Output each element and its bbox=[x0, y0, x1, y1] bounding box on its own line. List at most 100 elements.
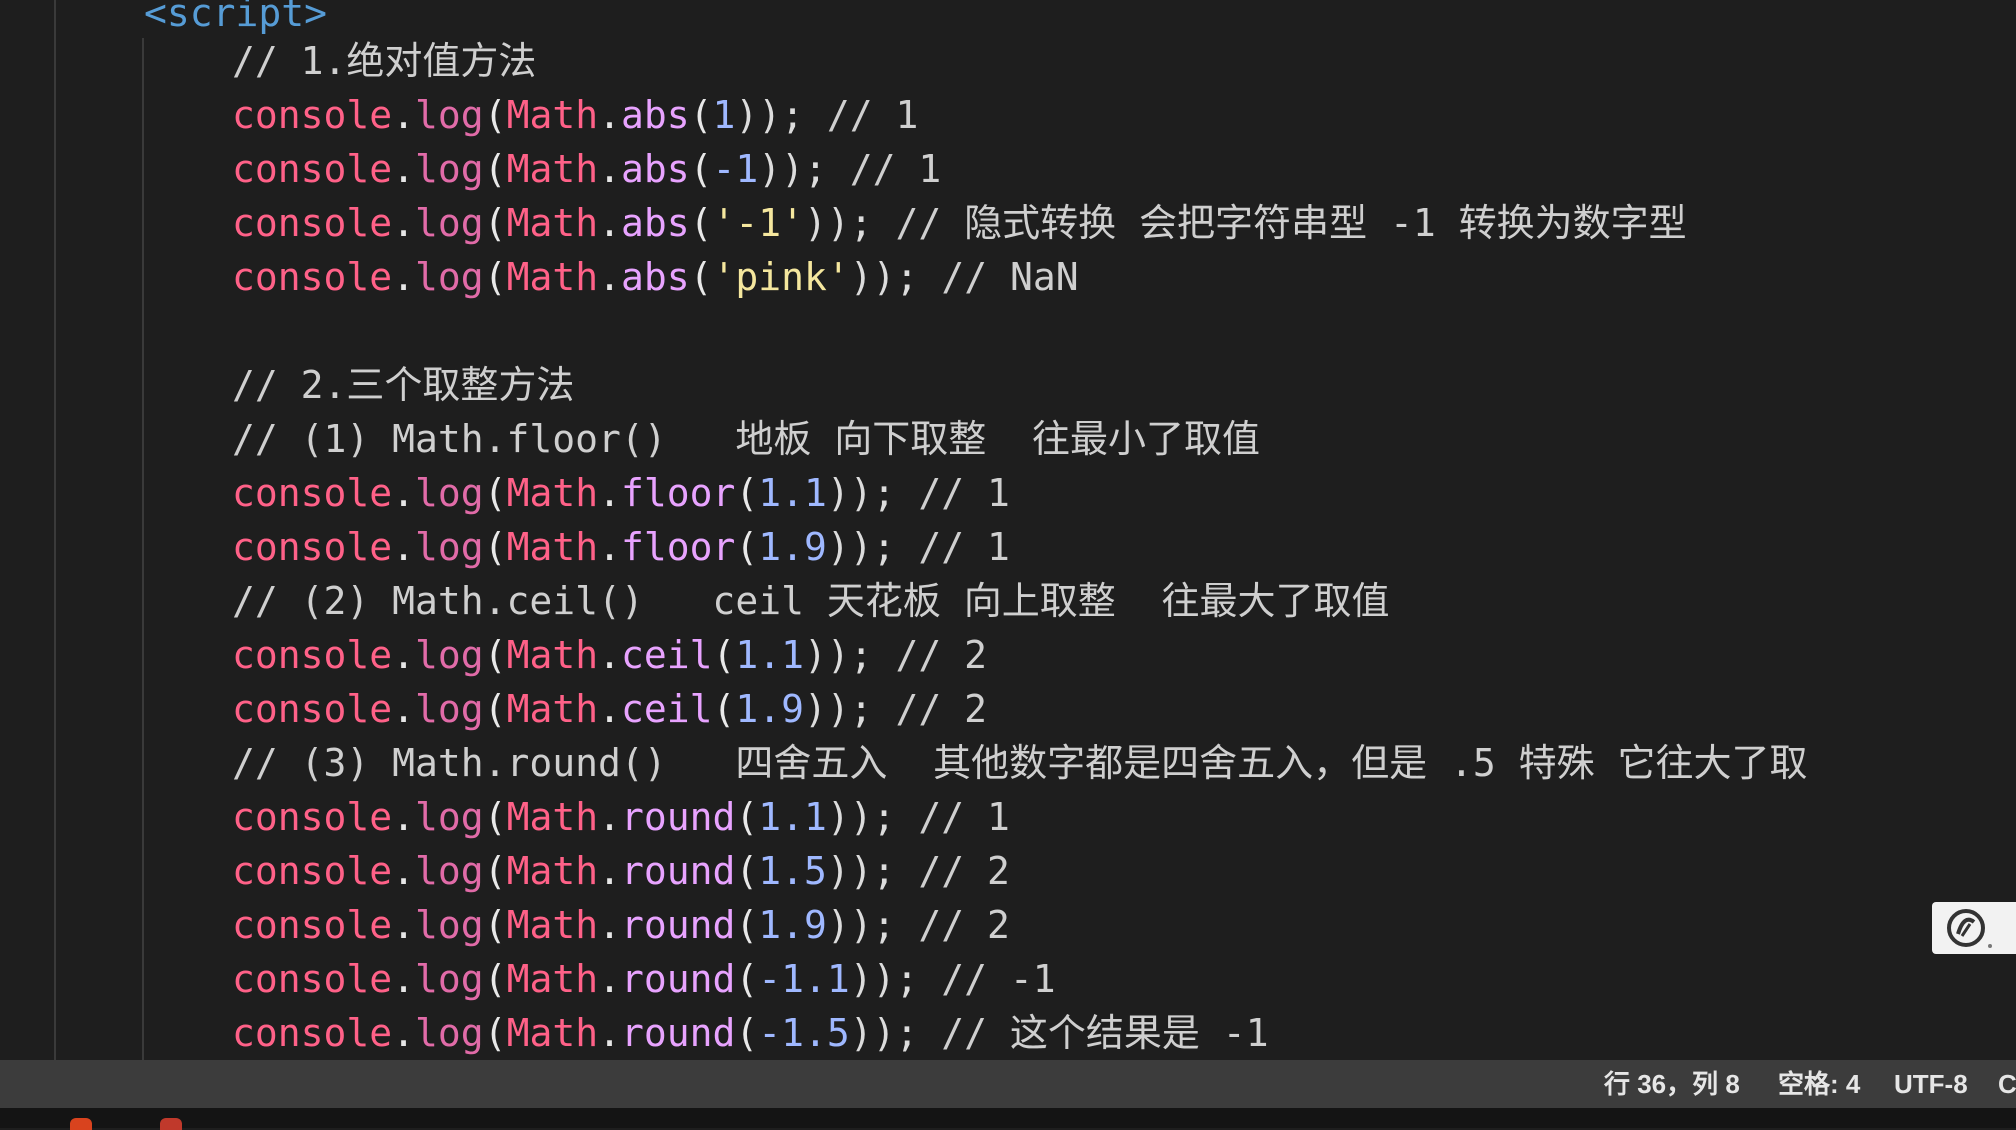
code-token: log bbox=[415, 957, 484, 1001]
code-token: . bbox=[392, 795, 416, 839]
code-token: ( bbox=[735, 1011, 759, 1055]
code-token: Math bbox=[506, 903, 599, 947]
code-token: )); bbox=[826, 471, 896, 515]
code-token: // (3) Math.round() 四舍五入 其他数字都是四舍五入，但是 .… bbox=[232, 741, 1808, 785]
code-token: console bbox=[232, 795, 393, 839]
line-ending-setting[interactable]: C bbox=[1998, 1060, 2016, 1108]
code-token: 1.1 bbox=[735, 633, 805, 677]
code-token: Math bbox=[506, 957, 599, 1001]
code-token: <script> bbox=[144, 0, 328, 35]
code-token: ( bbox=[689, 147, 713, 191]
code-token: . bbox=[598, 93, 621, 137]
code-line[interactable]: // 1.绝对值方法 bbox=[232, 34, 536, 88]
code-token: Math bbox=[506, 147, 599, 191]
code-token: . bbox=[598, 147, 621, 191]
code-token: round bbox=[620, 795, 736, 839]
code-token: // NaN bbox=[918, 255, 1079, 299]
code-token: ( bbox=[483, 1011, 507, 1055]
code-token: // 1 bbox=[895, 471, 1010, 515]
code-token: ( bbox=[483, 147, 507, 191]
code-token: . bbox=[392, 525, 416, 569]
code-line[interactable]: // 2.三个取整方法 bbox=[232, 358, 574, 412]
code-token: . bbox=[598, 903, 621, 947]
code-token: abs bbox=[620, 147, 690, 191]
code-token: Math bbox=[506, 471, 599, 515]
code-token: . bbox=[392, 903, 416, 947]
code-token: // (2) Math.ceil() ceil 天花板 向上取整 往最大了取值 bbox=[232, 579, 1390, 623]
code-token: . bbox=[392, 255, 416, 299]
code-token: )); bbox=[804, 633, 873, 677]
taskbar-app-icon[interactable] bbox=[70, 1118, 92, 1130]
code-token: round bbox=[620, 903, 736, 947]
code-token: 1.1 bbox=[758, 795, 827, 839]
code-token: . bbox=[392, 471, 416, 515]
code-token: 1.9 bbox=[758, 903, 827, 947]
code-line[interactable]: // (2) Math.ceil() ceil 天花板 向上取整 往最大了取值 bbox=[232, 574, 1389, 628]
code-line[interactable]: console.log(Math.round(1.5)); // 2 bbox=[232, 844, 1010, 898]
code-token: // 1 bbox=[895, 795, 1010, 839]
cursor-position[interactable]: 行 36，列 8 bbox=[1604, 1060, 1740, 1108]
code-token: 1.5 bbox=[758, 849, 827, 893]
code-token: )); bbox=[804, 201, 873, 245]
code-token: -1.5 bbox=[758, 1011, 850, 1055]
code-token: Math bbox=[506, 93, 599, 137]
taskbar bbox=[0, 1108, 2016, 1130]
code-line[interactable]: console.log(Math.round(-1.5)); // 这个结果是 … bbox=[232, 1006, 1269, 1060]
code-line[interactable]: console.log(Math.round(1.9)); // 2 bbox=[232, 898, 1010, 952]
code-token: console bbox=[232, 1011, 393, 1055]
code-token: 1.1 bbox=[758, 471, 827, 515]
code-token: ( bbox=[735, 795, 759, 839]
code-token: Math bbox=[506, 687, 599, 731]
code-token: console bbox=[232, 849, 393, 893]
code-token: ( bbox=[735, 471, 759, 515]
code-token: // 2 bbox=[895, 849, 1010, 893]
code-token: 1 bbox=[712, 93, 736, 137]
code-token: log bbox=[415, 525, 484, 569]
code-line[interactable]: console.log(Math.abs('-1')); // 隐式转换 会把字… bbox=[232, 196, 1687, 250]
code-token: round bbox=[620, 1011, 736, 1055]
code-line[interactable]: console.log(Math.round(-1.1)); // -1 bbox=[232, 952, 1056, 1006]
code-token: floor bbox=[620, 471, 736, 515]
code-token: . bbox=[598, 255, 621, 299]
code-line[interactable]: // (3) Math.round() 四舍五入 其他数字都是四舍五入，但是 .… bbox=[232, 736, 1807, 790]
code-token: . bbox=[392, 201, 416, 245]
code-token: ( bbox=[712, 633, 736, 677]
code-token: log bbox=[415, 93, 484, 137]
code-token: Math bbox=[506, 849, 599, 893]
code-line[interactable]: // (1) Math.floor() 地板 向下取整 往最小了取值 bbox=[232, 412, 1260, 466]
code-line[interactable]: console.log(Math.ceil(1.1)); // 2 bbox=[232, 628, 987, 682]
code-token: ( bbox=[735, 903, 759, 947]
code-token: ( bbox=[483, 795, 507, 839]
recorder-badge[interactable] bbox=[1932, 902, 2016, 954]
code-token: )); bbox=[849, 957, 919, 1001]
code-editor[interactable]: <script>// 1.绝对值方法 console.log(Math.abs(1… bbox=[0, 0, 2016, 1060]
taskbar-app-icon[interactable] bbox=[160, 1118, 182, 1130]
encoding-setting[interactable]: UTF-8 bbox=[1894, 1060, 1968, 1108]
code-line[interactable]: console.log(Math.floor(1.9)); // 1 bbox=[232, 520, 1010, 574]
indentation-setting[interactable]: 空格: 4 bbox=[1778, 1060, 1860, 1108]
code-token: Math bbox=[506, 255, 599, 299]
code-token: log bbox=[415, 849, 484, 893]
code-token: console bbox=[232, 903, 393, 947]
code-token: console bbox=[232, 633, 393, 677]
code-token: Math bbox=[506, 1011, 599, 1055]
code-line[interactable]: console.log(Math.abs(1)); // 1 bbox=[232, 88, 918, 142]
code-token: '-1' bbox=[712, 201, 805, 245]
code-token: . bbox=[598, 471, 621, 515]
code-token: . bbox=[598, 687, 621, 731]
code-token: ceil bbox=[620, 633, 713, 677]
code-line[interactable]: console.log(Math.round(1.1)); // 1 bbox=[232, 790, 1010, 844]
code-token: abs bbox=[620, 201, 690, 245]
code-line[interactable]: console.log(Math.ceil(1.9)); // 2 bbox=[232, 682, 987, 736]
code-token: . bbox=[598, 957, 621, 1001]
code-line[interactable]: console.log(Math.abs('pink')); // NaN bbox=[232, 250, 1079, 304]
code-token: 1.9 bbox=[758, 525, 827, 569]
code-line[interactable]: console.log(Math.abs(-1)); // 1 bbox=[232, 142, 941, 196]
code-token: . bbox=[598, 201, 621, 245]
code-token: . bbox=[392, 147, 416, 191]
code-line[interactable]: console.log(Math.floor(1.1)); // 1 bbox=[232, 466, 1010, 520]
code-token: . bbox=[598, 795, 621, 839]
code-token: ( bbox=[689, 201, 713, 245]
code-token: . bbox=[392, 957, 416, 1001]
code-token: Math bbox=[506, 525, 599, 569]
